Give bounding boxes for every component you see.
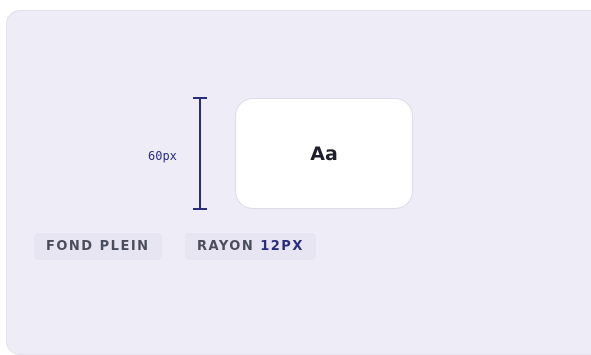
height-dimension-label: 60px xyxy=(148,149,177,163)
height-dimension-cap-bottom xyxy=(193,208,207,210)
radius-tag: RAYON 12PX xyxy=(185,233,316,260)
radius-value: 12PX xyxy=(260,239,304,254)
fill-style-tag: FOND PLEIN xyxy=(34,233,162,260)
sample-card: Aa xyxy=(235,98,413,209)
height-dimension-line xyxy=(199,98,201,209)
fill-style-label: FOND PLEIN xyxy=(46,239,150,254)
radius-label: RAYON xyxy=(197,239,255,254)
sample-text: Aa xyxy=(310,142,338,165)
